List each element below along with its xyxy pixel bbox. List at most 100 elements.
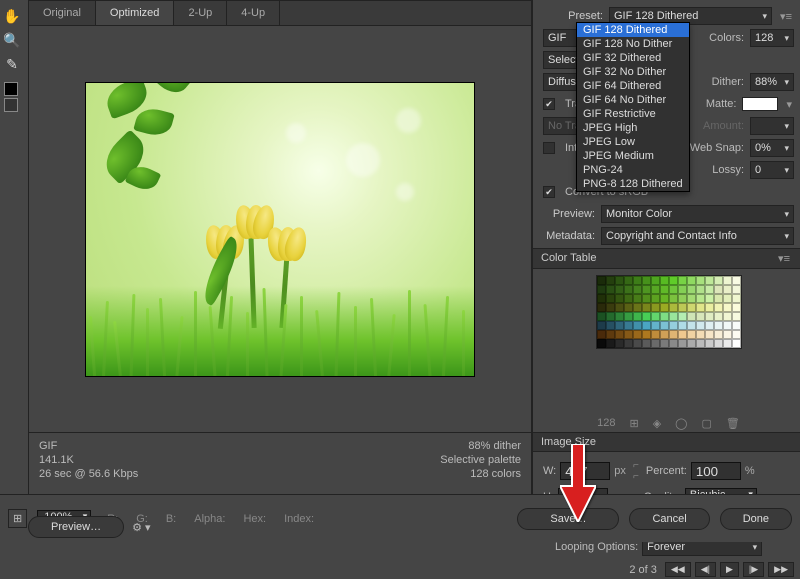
color-swatch[interactable]: [624, 330, 633, 339]
color-swatch[interactable]: [651, 303, 660, 312]
preset-option[interactable]: JPEG Low: [577, 135, 689, 149]
color-swatch[interactable]: [606, 330, 615, 339]
color-swatch[interactable]: [615, 285, 624, 294]
color-swatch[interactable]: [678, 294, 687, 303]
color-swatch[interactable]: [723, 303, 732, 312]
color-swatch[interactable]: [642, 330, 651, 339]
percent-field[interactable]: [691, 462, 741, 480]
color-swatch[interactable]: [669, 312, 678, 321]
color-swatch[interactable]: [687, 276, 696, 285]
color-swatch[interactable]: [714, 339, 723, 348]
color-swatch[interactable]: [615, 339, 624, 348]
color-swatch[interactable]: [651, 276, 660, 285]
color-swatch[interactable]: [696, 321, 705, 330]
color-swatch[interactable]: [624, 312, 633, 321]
lossy-field[interactable]: 0: [750, 161, 794, 179]
color-swatch[interactable]: [705, 303, 714, 312]
color-swatch[interactable]: [651, 294, 660, 303]
color-swatch[interactable]: [705, 276, 714, 285]
color-swatch[interactable]: [678, 285, 687, 294]
color-swatch[interactable]: [642, 321, 651, 330]
color-swatch[interactable]: [714, 276, 723, 285]
color-swatch[interactable]: [723, 330, 732, 339]
color-swatch[interactable]: [633, 294, 642, 303]
hand-tool-icon[interactable]: ✋: [0, 4, 24, 28]
color-swatch[interactable]: [624, 339, 633, 348]
dither-field[interactable]: 88%: [750, 73, 794, 91]
ct-icon-new[interactable]: ▢: [701, 417, 711, 430]
zoom-tool-icon[interactable]: 🔍: [0, 28, 24, 52]
color-swatch[interactable]: [642, 294, 651, 303]
color-swatch[interactable]: [678, 321, 687, 330]
color-swatch[interactable]: [651, 321, 660, 330]
color-swatch[interactable]: [687, 303, 696, 312]
color-swatch[interactable]: [714, 285, 723, 294]
color-swatch[interactable]: [597, 294, 606, 303]
color-swatch[interactable]: [732, 321, 741, 330]
panel-menu-icon[interactable]: ▾≡: [778, 10, 794, 23]
color-swatch[interactable]: [642, 276, 651, 285]
color-swatch[interactable]: [678, 312, 687, 321]
color-swatch[interactable]: [597, 285, 606, 294]
color-swatch[interactable]: [678, 339, 687, 348]
color-swatch[interactable]: [633, 303, 642, 312]
color-swatch[interactable]: [732, 303, 741, 312]
preset-option[interactable]: PNG-24: [577, 163, 689, 177]
ct-icon-web[interactable]: ◯: [675, 417, 687, 430]
color-swatch[interactable]: [615, 321, 624, 330]
eyedropper-tool-icon[interactable]: ✎: [0, 52, 24, 76]
color-swatch[interactable]: [732, 294, 741, 303]
ct-icon-lock[interactable]: ⊞: [629, 417, 638, 430]
color-swatch[interactable]: [669, 339, 678, 348]
image-canvas[interactable]: /*placeholder; blades added below via st…: [85, 82, 475, 377]
color-swatch[interactable]: [687, 285, 696, 294]
color-swatch[interactable]: [606, 303, 615, 312]
color-swatch[interactable]: [696, 303, 705, 312]
color-swatch[interactable]: [669, 276, 678, 285]
ct-icon-map[interactable]: ◈: [653, 417, 661, 430]
color-swatch[interactable]: [714, 294, 723, 303]
color-swatch[interactable]: [723, 285, 732, 294]
color-swatch[interactable]: [624, 285, 633, 294]
interlaced-checkbox[interactable]: [543, 142, 555, 154]
srgb-checkbox[interactable]: [543, 186, 555, 198]
toggle-icon[interactable]: ⊞: [8, 509, 27, 528]
ct-icon-trash[interactable]: 🗑: [726, 417, 740, 430]
color-swatch[interactable]: [606, 276, 615, 285]
color-swatch[interactable]: [606, 285, 615, 294]
color-swatch[interactable]: [597, 276, 606, 285]
color-swatch[interactable]: [624, 321, 633, 330]
color-swatch[interactable]: [633, 312, 642, 321]
color-swatch[interactable]: [705, 330, 714, 339]
color-swatch[interactable]: [696, 330, 705, 339]
preset-dropdown[interactable]: GIF 128 DitheredGIF 128 No DitherGIF 32 …: [576, 22, 690, 192]
color-swatch[interactable]: [606, 312, 615, 321]
matte-swatch[interactable]: [742, 97, 778, 111]
color-swatch[interactable]: [633, 276, 642, 285]
tab-2up[interactable]: 2-Up: [174, 1, 227, 25]
color-swatch[interactable]: [705, 285, 714, 294]
color-swatch[interactable]: [651, 330, 660, 339]
preset-option[interactable]: GIF 128 No Dither: [577, 37, 689, 51]
browser-icon[interactable]: ⚙ ▾: [132, 521, 150, 534]
color-swatch[interactable]: [705, 321, 714, 330]
color-swatch[interactable]: [597, 312, 606, 321]
color-swatch[interactable]: [651, 312, 660, 321]
color-swatch[interactable]: [660, 303, 669, 312]
first-frame-button[interactable]: ◀◀: [665, 562, 691, 577]
color-swatch[interactable]: [597, 339, 606, 348]
color-swatch[interactable]: [687, 330, 696, 339]
color-swatch[interactable]: [615, 294, 624, 303]
color-swatch[interactable]: [633, 285, 642, 294]
color-swatch[interactable]: [624, 294, 633, 303]
color-swatch[interactable]: [669, 330, 678, 339]
play-button[interactable]: ▶: [720, 562, 739, 577]
matte-menu-icon[interactable]: ▾: [784, 98, 794, 111]
color-swatch[interactable]: [678, 276, 687, 285]
color-swatch[interactable]: [669, 321, 678, 330]
color-swatch[interactable]: [696, 294, 705, 303]
toggle-slices-icon[interactable]: [4, 98, 18, 112]
color-swatch[interactable]: [597, 330, 606, 339]
color-swatch[interactable]: [678, 303, 687, 312]
color-swatch[interactable]: [678, 330, 687, 339]
